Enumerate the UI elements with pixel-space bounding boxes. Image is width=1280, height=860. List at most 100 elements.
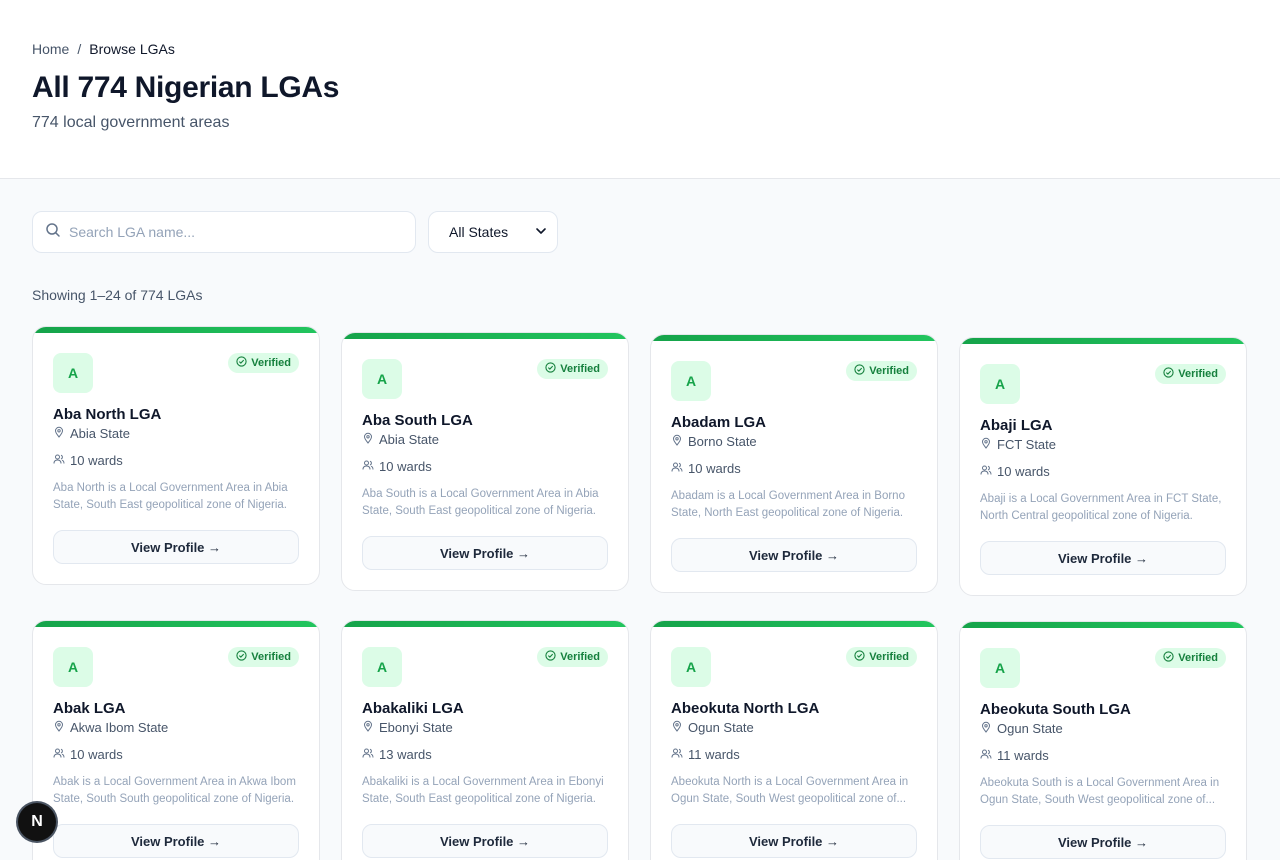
check-circle-icon bbox=[1163, 367, 1174, 381]
lga-avatar: A bbox=[53, 353, 93, 393]
breadcrumb-home-link[interactable]: Home bbox=[32, 41, 69, 57]
lga-state: Ogun State bbox=[671, 720, 917, 735]
lga-state: Ebonyi State bbox=[362, 720, 608, 735]
lga-wards-text: 10 wards bbox=[70, 453, 123, 468]
lga-card: A Verified Aba North LGA Abia State 10 w… bbox=[32, 326, 320, 585]
verified-badge: Verified bbox=[846, 647, 917, 667]
map-pin-icon bbox=[671, 434, 683, 449]
verified-label: Verified bbox=[1178, 652, 1218, 664]
lga-wards: 10 wards bbox=[53, 747, 299, 762]
dev-tools-badge[interactable]: N bbox=[18, 803, 56, 841]
lga-state-text: Akwa Ibom State bbox=[70, 720, 169, 735]
map-pin-icon bbox=[671, 720, 683, 735]
lga-wards-text: 11 wards bbox=[688, 747, 740, 762]
lga-name: Aba North LGA bbox=[53, 406, 162, 423]
lga-card: A Verified Abaji LGA FCT State 10 wards … bbox=[959, 337, 1247, 596]
verified-label: Verified bbox=[251, 651, 291, 663]
lga-wards: 10 wards bbox=[362, 459, 608, 474]
users-icon bbox=[53, 747, 65, 762]
lga-name: Abak LGA bbox=[53, 700, 126, 717]
lga-state-text: Borno State bbox=[688, 434, 757, 449]
view-profile-button[interactable]: View Profile → bbox=[362, 536, 608, 570]
chevron-down-icon bbox=[535, 224, 547, 240]
verified-label: Verified bbox=[869, 365, 909, 377]
lga-state: Abia State bbox=[53, 426, 299, 441]
lga-name: Abakaliki LGA bbox=[362, 700, 464, 717]
search-icon bbox=[45, 222, 61, 243]
verified-label: Verified bbox=[560, 651, 600, 663]
lga-card: A Verified Abakaliki LGA Ebonyi State 13… bbox=[341, 620, 629, 860]
breadcrumb: Home / Browse LGAs bbox=[32, 41, 1248, 57]
lga-wards: 10 wards bbox=[980, 464, 1226, 479]
lga-state-text: Ogun State bbox=[997, 721, 1063, 736]
map-pin-icon bbox=[53, 426, 65, 441]
lga-wards: 11 wards bbox=[671, 747, 917, 762]
view-profile-button[interactable]: View Profile → bbox=[980, 825, 1226, 859]
lga-wards-text: 10 wards bbox=[70, 747, 123, 762]
lga-state-text: Ogun State bbox=[688, 720, 754, 735]
lga-state-text: Abia State bbox=[379, 432, 439, 447]
lga-avatar: A bbox=[980, 648, 1020, 688]
view-profile-button[interactable]: View Profile → bbox=[980, 541, 1226, 575]
lga-card: A Verified Abak LGA Akwa Ibom State 10 w… bbox=[32, 620, 320, 860]
lga-state: FCT State bbox=[980, 437, 1226, 452]
view-profile-button[interactable]: View Profile → bbox=[671, 824, 917, 858]
state-filter-select[interactable]: All States bbox=[428, 211, 558, 253]
lga-card: A Verified Abeokuta North LGA Ogun State… bbox=[650, 620, 938, 860]
lga-wards: 10 wards bbox=[53, 453, 299, 468]
lga-state-text: Ebonyi State bbox=[379, 720, 453, 735]
view-profile-button[interactable]: View Profile → bbox=[53, 824, 299, 858]
check-circle-icon bbox=[236, 356, 247, 370]
lga-wards: 10 wards bbox=[671, 461, 917, 476]
lga-state-text: FCT State bbox=[997, 437, 1057, 452]
lga-description: Abak is a Local Government Area in Akwa … bbox=[53, 776, 296, 805]
lga-name: Abeokuta South LGA bbox=[980, 701, 1131, 718]
map-pin-icon bbox=[980, 721, 992, 736]
verified-badge: Verified bbox=[228, 353, 299, 373]
check-circle-icon bbox=[236, 650, 247, 664]
verified-badge: Verified bbox=[228, 647, 299, 667]
lga-wards-text: 10 wards bbox=[379, 459, 432, 474]
view-profile-button[interactable]: View Profile → bbox=[53, 530, 299, 564]
search-box[interactable] bbox=[32, 211, 416, 253]
lga-description: Abeokuta South is a Local Government Are… bbox=[980, 777, 1220, 806]
verified-label: Verified bbox=[1178, 368, 1218, 380]
page-header: Home / Browse LGAs All 774 Nigerian LGAs… bbox=[0, 0, 1280, 179]
check-circle-icon bbox=[854, 364, 865, 378]
users-icon bbox=[980, 464, 992, 479]
page-subtitle: 774 local government areas bbox=[32, 114, 230, 131]
lga-wards-text: 11 wards bbox=[997, 748, 1049, 763]
lga-avatar: A bbox=[671, 361, 711, 401]
lga-description: Abadam is a Local Government Area in Bor… bbox=[671, 490, 905, 519]
users-icon bbox=[671, 461, 683, 476]
users-icon bbox=[671, 747, 683, 762]
lga-name: Abeokuta North LGA bbox=[671, 700, 820, 717]
check-circle-icon bbox=[545, 650, 556, 664]
view-profile-button[interactable]: View Profile → bbox=[362, 824, 608, 858]
check-circle-icon bbox=[854, 650, 865, 664]
lga-name: Abaji LGA bbox=[980, 417, 1053, 434]
breadcrumb-separator: / bbox=[77, 41, 82, 57]
lga-state: Akwa Ibom State bbox=[53, 720, 299, 735]
verified-label: Verified bbox=[560, 363, 600, 375]
lga-avatar: A bbox=[362, 647, 402, 687]
lga-state-text: Abia State bbox=[70, 426, 130, 441]
lga-name: Aba South LGA bbox=[362, 412, 473, 429]
lga-description: Abaji is a Local Government Area in FCT … bbox=[980, 493, 1222, 522]
lga-description: Aba South is a Local Government Area in … bbox=[362, 488, 599, 517]
lga-wards-text: 10 wards bbox=[997, 464, 1050, 479]
results-count: Showing 1–24 of 774 LGAs bbox=[32, 287, 203, 303]
lga-avatar: A bbox=[362, 359, 402, 399]
search-input[interactable] bbox=[69, 224, 403, 240]
verified-badge: Verified bbox=[537, 359, 608, 379]
verified-label: Verified bbox=[251, 357, 291, 369]
map-pin-icon bbox=[53, 720, 65, 735]
check-circle-icon bbox=[545, 362, 556, 376]
view-profile-button[interactable]: View Profile → bbox=[671, 538, 917, 572]
verified-label: Verified bbox=[869, 651, 909, 663]
verified-badge: Verified bbox=[846, 361, 917, 381]
filter-controls: All States bbox=[32, 211, 558, 253]
lga-card: A Verified Aba South LGA Abia State 10 w… bbox=[341, 332, 629, 591]
lga-state: Borno State bbox=[671, 434, 917, 449]
page-title: All 774 Nigerian LGAs bbox=[32, 71, 340, 104]
